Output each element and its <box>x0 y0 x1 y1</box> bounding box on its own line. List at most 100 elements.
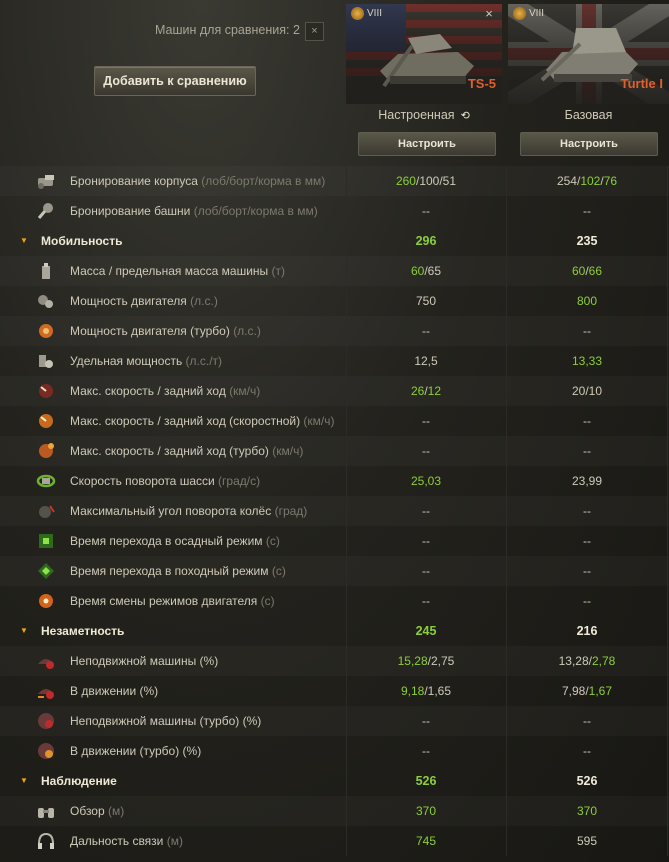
stationary-camo-icon <box>38 659 54 669</box>
stat-unit: (с) <box>271 564 286 578</box>
vehicle-2-value: 13,33 <box>507 354 667 368</box>
add-to-compare-button[interactable]: Добавить к сравнению <box>94 66 256 96</box>
stat-unit: (с) <box>265 534 280 548</box>
stat-label: Неподвижной машины (%) <box>70 654 218 668</box>
speed-turbo-icon <box>39 443 54 458</box>
vehicle-1-value: 26/12 <box>346 384 506 398</box>
stat-unit: (л.с.) <box>190 294 218 308</box>
compare-count-label: Машин для сравнения: 2 <box>155 23 300 37</box>
vehicle-2-value: 20/10 <box>507 384 667 398</box>
vehicle-2-value: 526 <box>576 774 598 788</box>
group-header-row[interactable]: ▼ Мобильность 296 235 <box>0 226 669 256</box>
column-divider <box>667 616 668 646</box>
stat-unit: (лоб/борт/корма в мм) <box>193 204 318 218</box>
group-header-row[interactable]: ▼ Наблюдение 526 526 <box>0 766 669 796</box>
stat-label-text: Удельная мощность <box>70 354 183 368</box>
value-segment: -- <box>422 324 430 338</box>
stat-unit: (%) <box>139 684 159 698</box>
stat-label: Дальность связи (м) <box>70 834 183 848</box>
stat-label: В движении (%) <box>70 684 158 698</box>
stat-label-text: Макс. скорость / задний ход <box>70 384 226 398</box>
column-divider <box>667 316 668 346</box>
column-divider <box>667 796 668 826</box>
stat-label-text: Неподвижной машины (турбо) <box>70 714 240 728</box>
vehicle-2-value: 595 <box>507 834 667 848</box>
value-segment: 370 <box>415 804 437 818</box>
stat-label-text: Время перехода в походный режим <box>70 564 269 578</box>
vehicle-card-2[interactable]: VIII Turtle I Базовая Настроить <box>508 4 669 156</box>
vehicle-2-value: 7,98/1,67 <box>507 684 667 698</box>
config-label: Настроенная <box>378 108 455 122</box>
vehicle-1-value: -- <box>346 744 506 758</box>
value-segment: -- <box>583 594 591 608</box>
stat-row: Скорость поворота шасси (град/с) 25,03 23,… <box>0 466 669 496</box>
vehicle-2-value: -- <box>507 714 667 728</box>
value-segment: 12,5 <box>414 354 438 368</box>
stat-row: Макс. скорость / задний ход (км/ч) 26/12 2… <box>0 376 669 406</box>
vehicle-2-value: 60/66 <box>507 264 667 278</box>
stat-label: В движении (турбо) (%) <box>70 744 201 758</box>
value-segment: -- <box>583 714 591 728</box>
vehicle-1-value: -- <box>346 444 506 458</box>
travel-mode-icon <box>38 563 54 579</box>
group-label: Незаметность <box>41 624 125 638</box>
column-divider <box>667 586 668 616</box>
config-label: Базовая <box>564 108 613 122</box>
tier-badge-icon <box>351 7 364 20</box>
stat-row: Макс. скорость / задний ход (турбо) (км/… <box>0 436 669 466</box>
vehicle-2-value: 800 <box>507 294 667 308</box>
remove-vehicle-close-icon[interactable]: × <box>482 7 496 21</box>
vehicle-1-value: 9,18/1,65 <box>346 684 506 698</box>
configure-button[interactable]: Настроить <box>520 132 658 156</box>
collapse-chevron-icon[interactable]: ▼ <box>20 236 28 245</box>
vehicle-name: Turtle I <box>620 76 663 91</box>
stat-label-text: Мощность двигателя (турбо) <box>70 324 230 338</box>
siege-mode-icon <box>39 534 53 548</box>
stat-label-text: Неподвижной машины <box>70 654 197 668</box>
value-segment: -- <box>583 324 591 338</box>
column-divider <box>667 466 668 496</box>
vehicle-1-value: -- <box>346 594 506 608</box>
turret-armor-icon <box>37 203 53 219</box>
stat-label: Обзор (м) <box>70 804 124 818</box>
column-divider <box>667 646 668 676</box>
value-segment: 13,33 <box>571 354 603 368</box>
vehicle-2-value: -- <box>507 414 667 428</box>
column-divider <box>667 436 668 466</box>
value-segment: 9,18 <box>400 684 425 698</box>
compare-header: Машин для сравнения: 2 × Добавить к срав… <box>0 0 669 168</box>
stat-label-text: Макс. скорость / задний ход (турбо) <box>70 444 269 458</box>
stat-row: Мощность двигателя (л.с.) 750 800 <box>0 286 669 316</box>
vehicle-2-value: -- <box>507 594 667 608</box>
stat-label: Время перехода в походный режим (с) <box>70 564 286 578</box>
stat-label: Бронирование башни (лоб/борт/корма в мм) <box>70 204 318 218</box>
stat-label-text: В движении (турбо) <box>70 744 180 758</box>
value-segment: -- <box>422 444 430 458</box>
value-segment: -- <box>422 594 430 608</box>
vehicle-2-value: 23,99 <box>507 474 667 488</box>
value-segment: -- <box>583 564 591 578</box>
reset-config-icon[interactable]: ⟲ <box>461 109 470 122</box>
stat-unit: (лоб/борт/корма в мм) <box>201 174 326 188</box>
stat-row: Обзор (м) 370 370 <box>0 796 669 826</box>
stat-label: Максимальный угол поворота колёс (град) <box>70 504 307 518</box>
specific-power-icon <box>39 355 53 368</box>
vehicle-1-value: -- <box>346 714 506 728</box>
group-header-row[interactable]: ▼ Незаметность 245 216 <box>0 616 669 646</box>
moving-camo-icon <box>38 689 54 699</box>
vehicle-card-1[interactable]: VIII × TS-5 Настроенная ⟲ Настроить <box>346 4 502 156</box>
radio-headset-icon <box>38 832 54 849</box>
clear-compare-close-icon[interactable]: × <box>305 22 324 41</box>
binoculars-icon <box>38 808 54 818</box>
vehicle-2-value: 370 <box>507 804 667 818</box>
configure-button[interactable]: Настроить <box>358 132 496 156</box>
vehicle-2-value: -- <box>507 564 667 578</box>
value-segment: 745 <box>415 834 437 848</box>
wheel-angle-icon <box>39 505 55 518</box>
value-segment: -- <box>583 534 591 548</box>
collapse-chevron-icon[interactable]: ▼ <box>20 626 28 635</box>
vehicle-1-value: -- <box>346 414 506 428</box>
column-divider <box>667 556 668 586</box>
value-segment: 66 <box>588 264 603 278</box>
collapse-chevron-icon[interactable]: ▼ <box>20 776 28 785</box>
